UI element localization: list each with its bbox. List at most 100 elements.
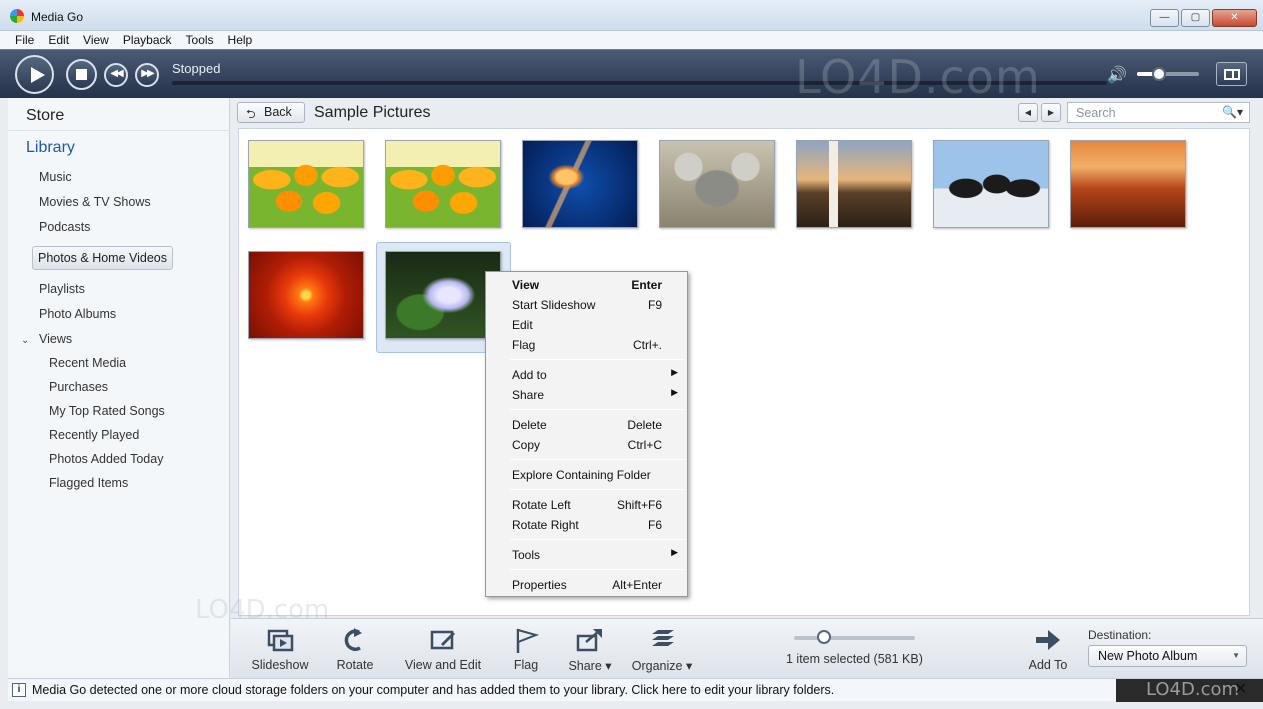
ctx-tools[interactable]: Tools ▶ [512, 545, 684, 565]
volume-slider[interactable] [1137, 67, 1199, 81]
slideshow-label: Slideshow [251, 658, 309, 672]
nav-back-arrow-button[interactable]: ◀ [1018, 103, 1038, 122]
organize-icon [652, 630, 674, 646]
sidebar-item-views[interactable]: Views [39, 332, 72, 346]
sidebar-item-movies-tv[interactable]: Movies & TV Shows [39, 195, 151, 209]
destination-label: Destination: [1088, 628, 1152, 642]
thumbnail-penguins[interactable] [933, 140, 1049, 228]
sidebar-item-flagged-items[interactable]: Flagged Items [49, 476, 128, 490]
ctx-copy[interactable]: Copy Ctrl+C [512, 435, 684, 455]
view-edit-icon [430, 630, 455, 650]
ctx-explore-folder[interactable]: Explore Containing Folder [512, 465, 684, 485]
sidebar-item-podcasts[interactable]: Podcasts [39, 220, 90, 234]
thumbnail-hydrangeas[interactable] [385, 251, 501, 339]
sidebar-item-photos-home-videos[interactable]: Photos & Home Videos [32, 246, 174, 270]
sidebar: Store Library Music Movies & TV Shows Po… [8, 98, 230, 678]
play-button[interactable] [15, 55, 54, 94]
thumbnail-size-knob[interactable] [817, 630, 832, 644]
title-bar: Media Go — ▢ ✕ [0, 0, 1263, 31]
organize-button[interactable]: Organize ▾ [631, 619, 693, 679]
ctx-edit-label: Edit [512, 318, 533, 332]
thumbnail-chrysanthemum[interactable] [248, 251, 364, 339]
playback-status: Stopped [172, 61, 221, 76]
menu-playback[interactable]: Playback [116, 31, 179, 49]
sidebar-item-recent-media[interactable]: Recent Media [49, 356, 126, 370]
previous-icon: ◀◀ [110, 68, 123, 79]
thumbnail-koala[interactable] [659, 140, 775, 228]
flag-label: Flag [513, 658, 539, 672]
sidebar-item-photo-albums[interactable]: Photo Albums [39, 307, 116, 321]
ctx-share[interactable]: Share ▶ [512, 385, 684, 405]
back-button[interactable]: ⮌ Back [237, 102, 305, 123]
menu-file[interactable]: File [8, 31, 41, 49]
nav-forward-arrow-button[interactable]: ▶ [1041, 103, 1061, 122]
next-button[interactable]: ▶▶ [135, 63, 159, 87]
sidebar-item-purchases[interactable]: Purchases [49, 380, 108, 394]
share-button[interactable]: Share ▾ [567, 619, 613, 679]
maximize-button[interactable]: ▢ [1181, 9, 1210, 27]
ctx-add-to[interactable]: Add to ▶ [512, 365, 684, 385]
thumbnail-tulips-1[interactable] [248, 140, 364, 228]
sidebar-item-photos-added-today[interactable]: Photos Added Today [49, 452, 163, 466]
add-to-label: Add To [1028, 658, 1068, 672]
thumbnail-desert[interactable] [1070, 140, 1186, 228]
sidebar-item-playlists[interactable]: Playlists [39, 282, 85, 296]
ctx-rotate-left-shortcut: Shift+F6 [616, 498, 662, 512]
rotate-icon [344, 628, 362, 651]
add-to-button[interactable]: Add To [1023, 619, 1073, 679]
ctx-rotate-left[interactable]: Rotate Left Shift+F6 [512, 495, 684, 515]
notification-close-icon[interactable]: ✕ [1234, 679, 1247, 699]
submenu-arrow-icon: ▶ [671, 547, 678, 557]
back-button-label: Back [264, 105, 292, 119]
thumbnail-jellyfish[interactable] [522, 140, 638, 228]
view-and-edit-button[interactable]: View and Edit [401, 619, 485, 679]
previous-button[interactable]: ◀◀ [104, 63, 128, 87]
notification-message[interactable]: Media Go detected one or more cloud stor… [32, 683, 834, 697]
thumbnail-lighthouse[interactable] [796, 140, 912, 228]
ctx-rotate-right[interactable]: Rotate Right F6 [512, 515, 684, 535]
search-box[interactable]: Search 🔍▾ [1067, 102, 1250, 123]
sidebar-store[interactable]: Store [26, 107, 64, 125]
ctx-separator [510, 539, 684, 540]
menu-edit[interactable]: Edit [41, 31, 76, 49]
destination-select[interactable]: New Photo Album ▼ [1088, 645, 1247, 667]
ctx-properties[interactable]: Properties Alt+Enter [512, 575, 684, 595]
volume-icon[interactable]: 🔊 [1107, 65, 1127, 85]
thumbnail-tulips-2[interactable] [385, 140, 501, 228]
volume-knob[interactable] [1151, 67, 1166, 81]
sidebar-library[interactable]: Library [26, 139, 75, 157]
ctx-copy-label: Copy [512, 438, 541, 452]
ctx-properties-shortcut: Alt+Enter [612, 578, 662, 592]
notification-bar[interactable]: i Media Go detected one or more cloud st… [8, 678, 1263, 702]
ctx-delete[interactable]: Delete Delete [512, 415, 684, 435]
ctx-flag-label: Flag [512, 338, 536, 352]
ctx-separator [510, 459, 684, 460]
sidebar-item-top-rated-songs[interactable]: My Top Rated Songs [49, 404, 165, 418]
rotate-button[interactable]: Rotate [331, 619, 379, 679]
stop-button[interactable] [66, 59, 97, 90]
back-arrow-icon: ⮌ [246, 107, 256, 121]
menu-tools[interactable]: Tools [179, 31, 221, 49]
layout-icon [1224, 69, 1240, 80]
ctx-rotate-left-label: Rotate Left [512, 498, 571, 512]
menu-help[interactable]: Help [221, 31, 260, 49]
thumbnail-size-slider[interactable] [794, 630, 915, 644]
ctx-flag[interactable]: Flag Ctrl+. [512, 335, 684, 355]
search-input[interactable]: Search [1076, 106, 1116, 120]
search-icon[interactable]: 🔍▾ [1222, 105, 1243, 119]
play-icon [31, 67, 45, 83]
views-collapse-chevron-icon[interactable]: ⌄ [21, 335, 29, 346]
sidebar-item-recently-played[interactable]: Recently Played [49, 428, 139, 442]
minimize-button[interactable]: — [1150, 9, 1179, 27]
close-button[interactable]: ✕ [1212, 9, 1257, 27]
ctx-flag-shortcut: Ctrl+. [632, 338, 662, 352]
layout-toggle-button[interactable] [1216, 62, 1247, 86]
flag-button[interactable]: Flag [506, 619, 546, 679]
ctx-edit[interactable]: Edit [512, 315, 684, 335]
breadcrumb: Sample Pictures [314, 104, 431, 121]
ctx-view[interactable]: View Enter [512, 275, 684, 295]
menu-view[interactable]: View [76, 31, 116, 49]
ctx-start-slideshow[interactable]: Start Slideshow F9 [512, 295, 684, 315]
slideshow-button[interactable]: Slideshow [247, 619, 313, 679]
sidebar-item-music[interactable]: Music [39, 170, 72, 184]
